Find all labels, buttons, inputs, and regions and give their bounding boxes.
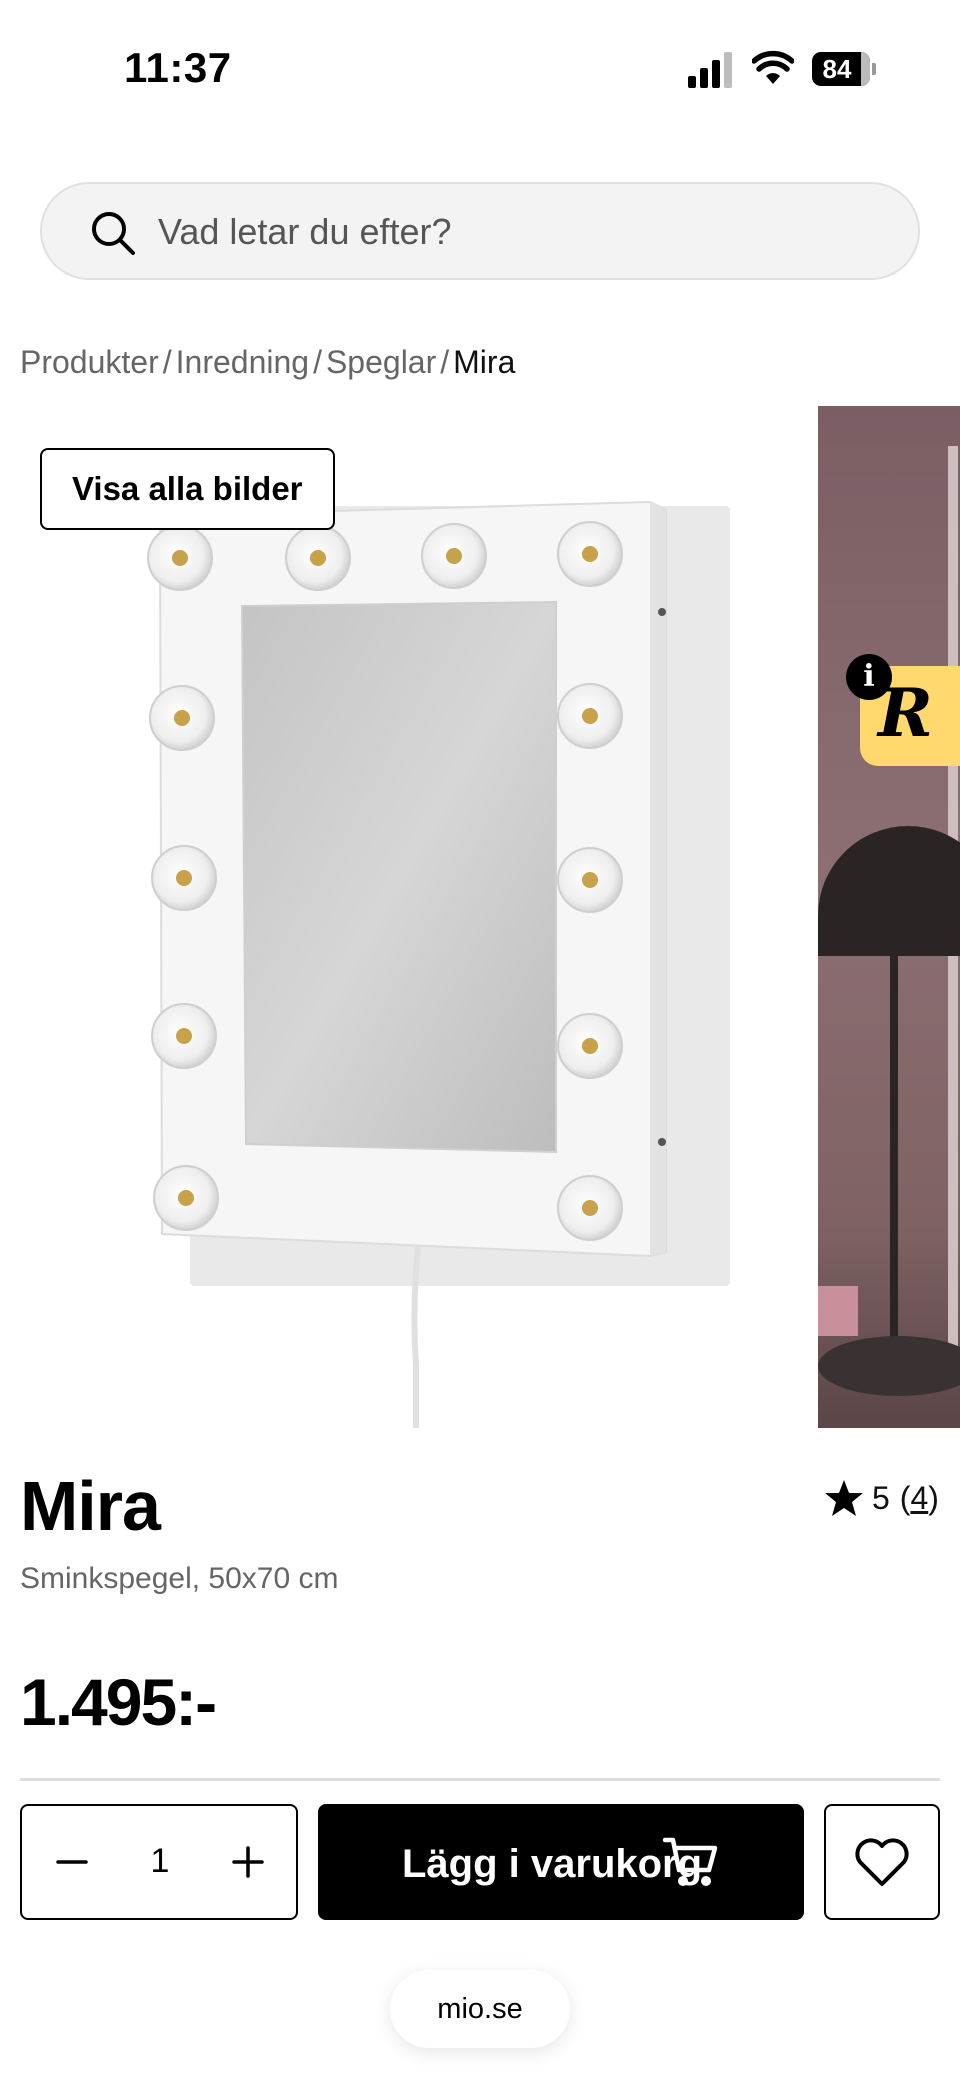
breadcrumb: Produkter / Inredning / Speglar / Mira xyxy=(20,344,515,381)
quantity-value[interactable]: 1 xyxy=(122,1842,198,1881)
star-icon xyxy=(825,1480,863,1516)
rating-count[interactable]: 4 xyxy=(910,1480,928,1517)
add-to-cart-label: Lägg i varukorg xyxy=(402,1842,703,1886)
cart-icon xyxy=(662,1837,718,1886)
lamp-shade xyxy=(818,826,960,956)
battery-icon: 84 xyxy=(812,52,876,86)
rating-open-paren: ( xyxy=(899,1479,911,1516)
heart-icon xyxy=(855,1838,909,1886)
wishlist-button[interactable] xyxy=(824,1804,940,1920)
search-bar[interactable] xyxy=(40,182,920,280)
breadcrumb-separator: / xyxy=(313,344,322,380)
show-all-images-button[interactable]: Visa alla bilder xyxy=(40,448,335,530)
breadcrumb-produkter[interactable]: Produkter xyxy=(20,344,159,380)
plus-icon[interactable] xyxy=(228,1842,268,1882)
divider xyxy=(20,1778,940,1781)
cellular-signal-icon xyxy=(688,50,732,88)
product-title: Mira xyxy=(20,1467,161,1545)
search-icon xyxy=(92,212,135,255)
product-subtitle: Sminkspegel, 50x70 cm xyxy=(20,1562,339,1595)
status-time: 11:37 xyxy=(124,44,232,91)
rating-value: 5 xyxy=(872,1479,890,1516)
product-gallery[interactable] xyxy=(0,406,960,1428)
breadcrumb-separator: / xyxy=(162,344,172,380)
add-to-cart-button[interactable]: Lägg i varukorg xyxy=(318,1804,804,1920)
product-image-mirror[interactable] xyxy=(20,406,800,1428)
minus-icon[interactable] xyxy=(52,1842,92,1882)
breadcrumb-current: Mira xyxy=(453,344,516,380)
product-image-room[interactable] xyxy=(818,406,960,1428)
rating-close-paren: ) xyxy=(928,1479,939,1516)
breadcrumb-speglar[interactable]: Speglar xyxy=(326,344,436,380)
breadcrumb-inredning[interactable]: Inredning xyxy=(176,344,309,380)
battery-level: 84 xyxy=(822,54,852,84)
info-icon[interactable]: i xyxy=(846,654,892,700)
mirror-illustration xyxy=(147,500,730,1428)
breadcrumb-separator: / xyxy=(440,344,450,380)
product-price: 1.495:- xyxy=(20,1665,217,1739)
product-rating[interactable]: 5 (4) xyxy=(824,1478,939,1518)
status-bar: 11:37 84 xyxy=(0,0,960,120)
search-input[interactable] xyxy=(158,208,858,256)
browser-url[interactable]: mio.se xyxy=(390,1970,570,2048)
quantity-stepper[interactable]: 1 xyxy=(20,1804,298,1920)
wifi-icon xyxy=(752,50,794,84)
